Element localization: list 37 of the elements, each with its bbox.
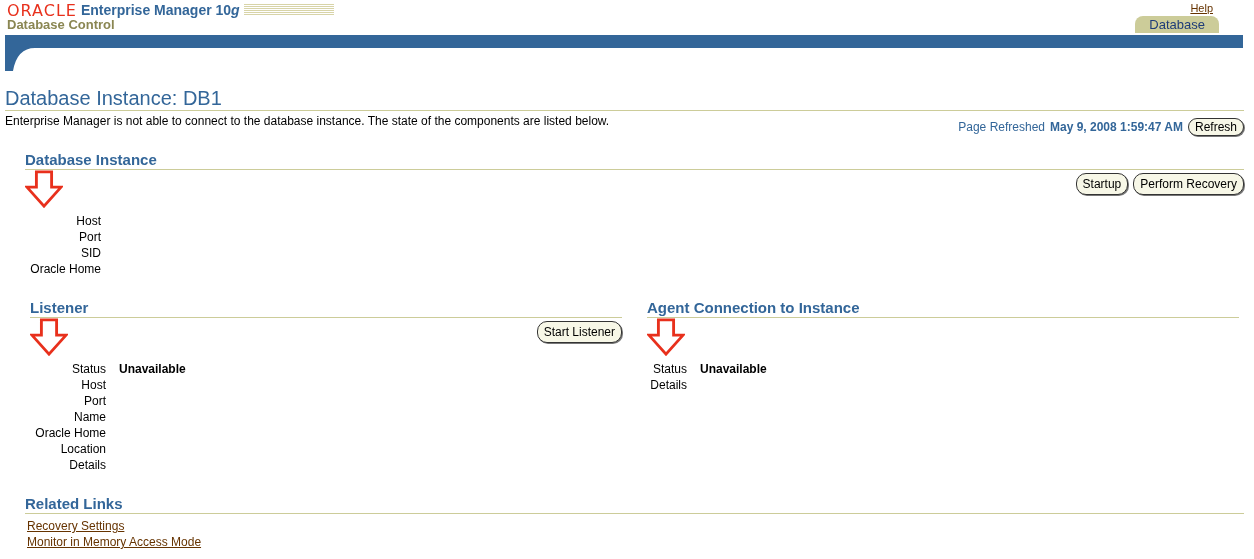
section-heading: Listener [30, 298, 622, 318]
related-link[interactable]: Monitor in Memory Access Mode [27, 534, 202, 550]
section-heading: Database Instance [25, 150, 1244, 170]
field-value: Unavailable [119, 361, 186, 377]
field-label: Host [75, 213, 101, 229]
action-button[interactable]: Perform Recovery [1133, 173, 1244, 195]
field-label: Status [651, 361, 687, 377]
field-label: SID [80, 245, 101, 261]
status-message: Enterprise Manager is not able to connect to the database instance. The state of the components are listed below. [5, 114, 610, 128]
tab[interactable]: Database [1135, 16, 1219, 33]
field-label: Status [70, 361, 106, 377]
field-label: Host [80, 377, 106, 393]
down-arrow-icon [30, 318, 68, 356]
related-link[interactable]: Recovery Settings [27, 518, 125, 534]
field-label: Oracle Home [29, 261, 101, 277]
refresh-button[interactable]: Refresh [1187, 118, 1244, 136]
field-label: Details [649, 377, 687, 393]
field-value: Unavailable [700, 361, 767, 377]
logo: ORACLE [7, 0, 77, 20]
field-label: Port [78, 229, 101, 245]
field-label: Oracle Home [34, 425, 106, 441]
down-arrow-icon [25, 170, 63, 208]
page-title: Database Instance: DB1 [5, 86, 223, 110]
refresh-time: May 9, 2008 1:59:47 AM [1050, 120, 1183, 134]
product-name: Enterprise Manager 10g [80, 2, 240, 18]
down-arrow-icon [647, 318, 685, 356]
field-label: Details [68, 457, 106, 473]
field-label: Port [83, 393, 106, 409]
help-link[interactable]: Help [1190, 2, 1213, 14]
refresh-label: Page Refreshed [958, 120, 1045, 134]
section-heading: Agent Connection to Instance [647, 298, 1239, 318]
field-label: Name [73, 409, 106, 425]
field-label: Location [59, 441, 106, 457]
action-button[interactable]: Start Listener [536, 321, 622, 343]
section-heading: Related Links [25, 494, 1244, 514]
product-subtitle: Database Control [7, 17, 115, 32]
action-button[interactable]: Startup [1075, 173, 1129, 195]
